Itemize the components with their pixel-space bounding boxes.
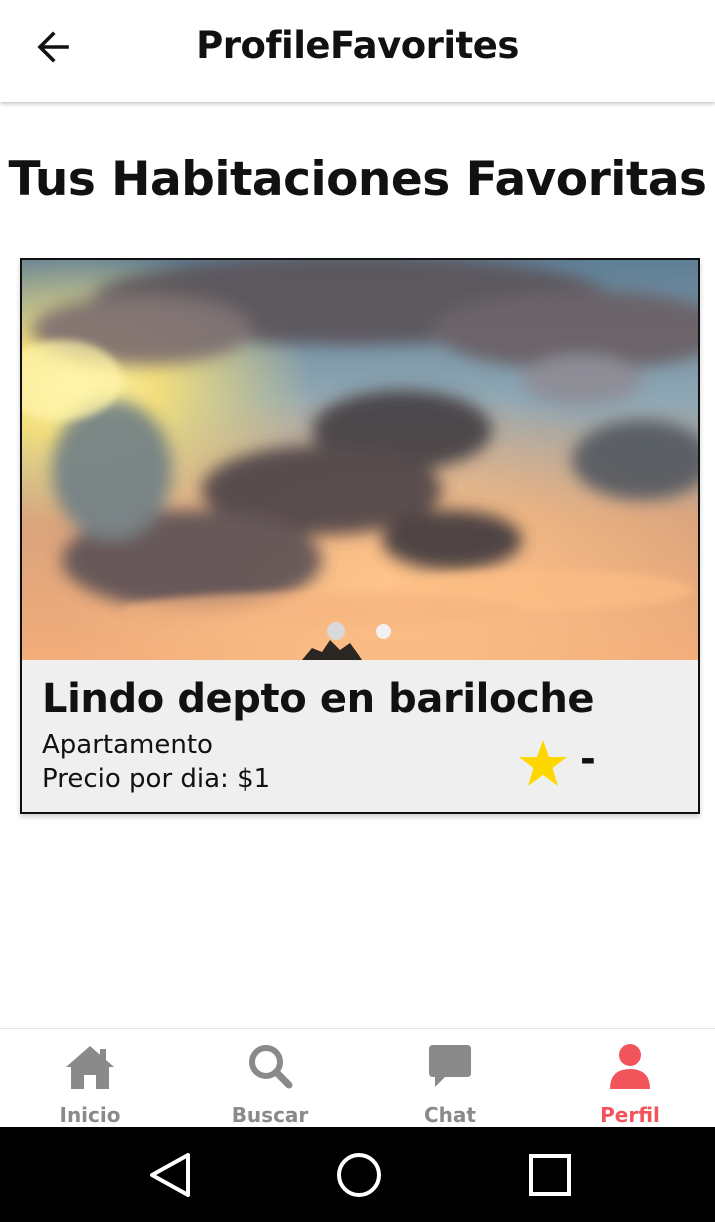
room-title: Lindo depto en bariloche (42, 676, 595, 722)
tab-label-perfil: Perfil (600, 1103, 660, 1127)
card-body: Lindo depto en bariloche Apartamento Pre… (22, 660, 698, 812)
circle-home-icon (337, 1152, 381, 1197)
tab-label-chat: Chat (424, 1103, 476, 1127)
system-back-button[interactable] (120, 1127, 220, 1222)
system-recents-button[interactable] (500, 1127, 600, 1222)
home-icon (66, 1046, 114, 1089)
tab-chat[interactable]: Chat (380, 1029, 520, 1128)
room-photo[interactable] (22, 260, 698, 660)
favorite-room-card[interactable]: Lindo depto en bariloche Apartamento Pre… (20, 258, 700, 814)
rating-value: - (580, 737, 596, 781)
system-home-button[interactable] (309, 1127, 409, 1222)
app-header: ProfileFavorites (0, 0, 715, 102)
chat-bubble-icon (429, 1045, 471, 1087)
person-icon (610, 1044, 650, 1089)
square-recents-icon (529, 1153, 571, 1196)
room-price: Precio por dia: $1 (42, 764, 271, 794)
sunset-sky-image (22, 260, 698, 660)
tab-perfil[interactable]: Perfil (560, 1029, 700, 1128)
carousel-dot[interactable] (376, 623, 391, 639)
star-icon (519, 740, 567, 786)
triangle-back-icon (150, 1152, 190, 1197)
tab-buscar[interactable]: Buscar (200, 1029, 340, 1128)
profile-favorites-screen: ProfileFavorites Tus Habitaciones Favori… (0, 0, 715, 1222)
bottom-tab-bar: Inicio Buscar Chat Perfil (0, 1028, 715, 1127)
tab-label-buscar: Buscar (231, 1103, 309, 1127)
rating: - (518, 737, 596, 788)
page-heading: Tus Habitaciones Favoritas (8, 152, 707, 207)
tab-label-inicio: Inicio (59, 1103, 121, 1127)
tab-inicio[interactable]: Inicio (20, 1029, 160, 1128)
photo-carousel-dots (22, 620, 697, 642)
carousel-dot-active[interactable] (327, 622, 345, 640)
header-title: ProfileFavorites (196, 24, 519, 67)
search-icon (249, 1045, 293, 1089)
android-navigation-bar (0, 1127, 715, 1222)
room-type: Apartamento (42, 730, 213, 760)
